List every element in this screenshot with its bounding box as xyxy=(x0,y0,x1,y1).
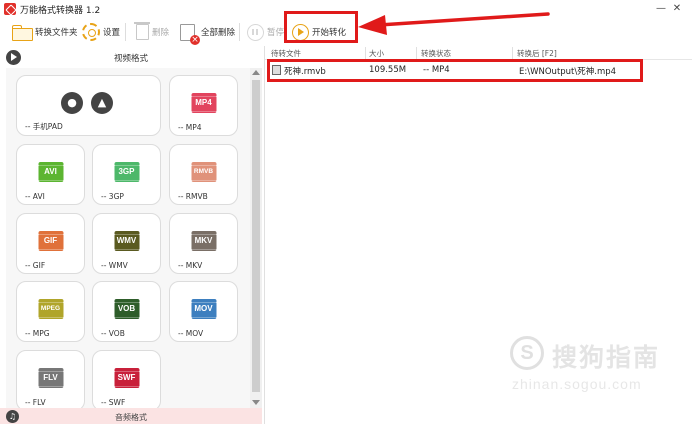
pause-icon xyxy=(247,23,264,41)
tile-label: -- VOB xyxy=(101,329,125,338)
tile-label: -- MKV xyxy=(178,261,203,270)
format-tile-mp4[interactable]: MP4 -- MP4 xyxy=(169,75,238,136)
app-title: 万能格式转换器 1.2 xyxy=(20,6,101,16)
gif-badge-icon: GIF xyxy=(36,231,65,251)
delete-all-label: 全部删除 xyxy=(201,28,236,38)
tile-label: -- FLV xyxy=(25,398,46,407)
tile-label: -- RMVB xyxy=(178,192,208,201)
apple-icon: ● xyxy=(61,92,83,114)
tile-label: -- SWF xyxy=(101,398,126,407)
gear-icon xyxy=(82,23,100,41)
column-header-size[interactable]: 大小 xyxy=(369,48,384,59)
column-header-file[interactable]: 待转文件 xyxy=(271,48,301,59)
wmv-badge-icon: WMV xyxy=(112,231,141,251)
format-panel: 视频格式 ● ▲ -- 手机PAD MP4 -- MP4 AVI -- AVI … xyxy=(0,46,262,424)
settings-button[interactable]: 设置 xyxy=(82,21,120,43)
column-divider xyxy=(416,47,417,59)
watermark-url: zhinan.sogou.com xyxy=(512,376,642,392)
tile-label: -- 3GP xyxy=(101,192,124,201)
app-logo-icon xyxy=(4,3,16,15)
format-tile-vob[interactable]: VOB -- VOB xyxy=(92,281,161,342)
mov-badge-icon: MOV xyxy=(189,299,218,319)
audio-format-header[interactable]: ♫ 音频格式 xyxy=(0,408,262,424)
watermark: S 搜狗指南 zhinan.sogou.com xyxy=(510,334,686,394)
swf-badge-icon: SWF xyxy=(112,368,141,388)
delete-all-icon xyxy=(180,23,200,45)
mp4-badge-icon: MP4 xyxy=(189,93,218,113)
scroll-down-icon[interactable] xyxy=(252,400,260,405)
pause-button[interactable]: 暂停 xyxy=(247,21,284,43)
convert-folder-button[interactable]: 转换文件夹 xyxy=(12,21,78,43)
audio-format-title: 音频格式 xyxy=(115,413,147,422)
format-tile-swf[interactable]: SWF -- SWF xyxy=(92,350,161,408)
file-table-header: 待转文件 大小 转换状态 转换后 [F2] xyxy=(265,46,692,60)
watermark-text: 搜狗指南 xyxy=(552,343,661,372)
3gp-badge-icon: 3GP xyxy=(112,162,141,182)
column-header-status[interactable]: 转换状态 xyxy=(421,48,451,59)
tile-label: -- MP4 xyxy=(178,123,202,132)
settings-label: 设置 xyxy=(103,28,121,38)
scroll-up-icon[interactable] xyxy=(252,70,260,75)
toolbar-divider xyxy=(125,23,126,41)
tile-label: -- WMV xyxy=(101,261,128,270)
avi-badge-icon: AVI xyxy=(36,162,65,182)
folder-icon xyxy=(12,24,33,41)
close-button[interactable]: ✕ xyxy=(662,0,692,18)
delete-all-button[interactable]: 全部删除 xyxy=(180,21,236,45)
column-header-output[interactable]: 转换后 [F2] xyxy=(517,48,557,59)
toolbar-divider xyxy=(239,23,240,41)
tile-label: -- GIF xyxy=(25,261,46,270)
delete-button[interactable]: 删除 xyxy=(134,21,170,43)
scroll-thumb[interactable] xyxy=(252,80,260,392)
vob-badge-icon: VOB xyxy=(112,299,141,319)
format-tile-wmv[interactable]: WMV -- WMV xyxy=(92,213,161,274)
format-tile-gif[interactable]: GIF -- GIF xyxy=(16,213,85,274)
mpeg-badge-icon: MPEG xyxy=(36,299,65,319)
tile-label: -- MOV xyxy=(178,329,204,338)
format-tile-mpg[interactable]: MPEG -- MPG xyxy=(16,281,85,342)
format-tile-device[interactable]: ● ▲ -- 手机PAD xyxy=(16,75,161,136)
format-tile-3gp[interactable]: 3GP -- 3GP xyxy=(92,144,161,205)
mkv-badge-icon: MKV xyxy=(189,231,218,251)
format-grid: ● ▲ -- 手机PAD MP4 -- MP4 AVI -- AVI 3GP -… xyxy=(6,68,250,408)
flv-badge-icon: FLV xyxy=(36,368,65,388)
tile-label: -- 手机PAD xyxy=(25,122,63,131)
column-divider xyxy=(365,47,366,59)
rmvb-badge-icon: RMVB xyxy=(189,162,218,182)
format-tile-flv[interactable]: FLV -- FLV xyxy=(16,350,85,408)
format-tile-avi[interactable]: AVI -- AVI xyxy=(16,144,85,205)
sogou-logo-icon: S xyxy=(510,336,544,370)
format-scrollbar[interactable] xyxy=(250,68,262,408)
format-tile-rmvb[interactable]: RMVB -- RMVB xyxy=(169,144,238,205)
file-row-highlight xyxy=(267,59,643,82)
start-button-highlight xyxy=(284,11,358,43)
tile-label: -- MPG xyxy=(25,329,50,338)
format-tile-mkv[interactable]: MKV -- MKV xyxy=(169,213,238,274)
trash-icon xyxy=(134,22,150,40)
annotation-arrow-icon xyxy=(358,12,550,35)
video-format-header: 视频格式 xyxy=(0,46,262,68)
tile-label: -- AVI xyxy=(25,192,45,201)
video-format-title: 视频格式 xyxy=(113,54,148,64)
format-tile-mov[interactable]: MOV -- MOV xyxy=(169,281,238,342)
android-icon: ▲ xyxy=(91,92,113,114)
delete-label: 删除 xyxy=(152,28,170,38)
convert-folder-label: 转换文件夹 xyxy=(35,28,78,38)
pause-label: 暂停 xyxy=(267,28,285,38)
column-divider xyxy=(512,47,513,59)
